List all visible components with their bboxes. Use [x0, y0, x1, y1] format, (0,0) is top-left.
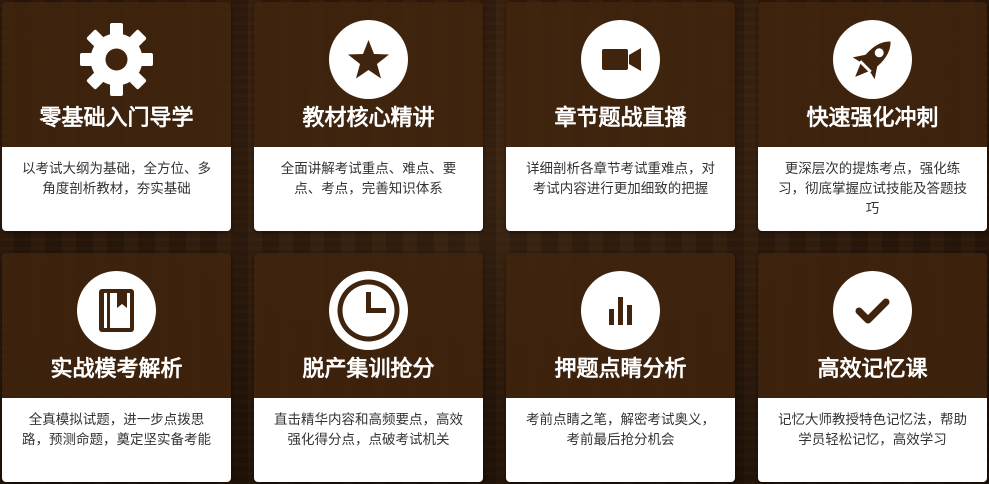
card-title: 脱产集训抢分: [302, 357, 435, 382]
card-header: 教材核心精讲: [254, 2, 483, 147]
icon-badge: [833, 271, 912, 350]
card-body: 全真模拟试题，进一步点拨思路，预测命题，奠定坚实备考能: [2, 398, 231, 482]
card-description: 全真模拟试题，进一步点拨思路，预测命题，奠定坚实备考能: [22, 412, 211, 448]
card-description: 考前点睛之笔，解密考试奥义，考前最后抢分机会: [526, 412, 715, 448]
card-header: 快速强化冲刺: [758, 2, 987, 147]
card-title: 高效记忆课: [817, 357, 928, 382]
feature-card-sprint[interactable]: 快速强化冲刺 更深层次的提炼考点，强化练习，彻底掌握应试技能及答题技巧: [758, 2, 987, 231]
icon-badge: [833, 20, 912, 99]
card-description: 全面讲解考试重点、难点、要点、考点，完善知识体系: [280, 161, 457, 197]
card-title: 教材核心精讲: [302, 106, 435, 131]
card-title: 快速强化冲刺: [806, 106, 939, 131]
checkmark-icon: [855, 298, 890, 324]
icon-badge: [77, 20, 156, 99]
rocket-icon: [852, 41, 891, 80]
clock-icon: [337, 279, 400, 342]
feature-grid: 零基础入门导学 以考试大纲为基础，全方位、多角度剖析教材，夯实基础 教材核心精讲…: [0, 0, 989, 484]
card-description: 记忆大师教授特色记忆法，帮助学员轻松记忆，高效学习: [778, 412, 967, 448]
card-body: 更深层次的提炼考点，强化练习，彻底掌握应试技能及答题技巧: [758, 147, 987, 231]
card-title: 章节题战直播: [554, 106, 687, 131]
card-body: 详细剖析各章节考试重难点，对考试内容进行更加细致的把握: [506, 147, 735, 231]
feature-card-mock-exam[interactable]: 实战模考解析 全真模拟试题，进一步点拨思路，预测命题，奠定坚实备考能: [2, 253, 231, 482]
card-description: 直击精华内容和高频要点，高效强化得分点，点破考试机关: [274, 412, 463, 448]
icon-badge: [581, 20, 660, 99]
feature-card-beginner[interactable]: 零基础入门导学 以考试大纲为基础，全方位、多角度剖析教材，夯实基础: [2, 2, 231, 231]
card-body: 全面讲解考试重点、难点、要点、考点，完善知识体系: [254, 147, 483, 231]
card-title: 押题点睛分析: [554, 357, 687, 382]
icon-badge: [77, 271, 156, 350]
card-description: 详细剖析各章节考试重难点，对考试内容进行更加细致的把握: [526, 161, 715, 197]
card-body: 记忆大师教授特色记忆法，帮助学员轻松记忆，高效学习: [758, 398, 987, 482]
card-title: 实战模考解析: [50, 357, 183, 382]
card-header: 章节题战直播: [506, 2, 735, 147]
bar-chart-icon: [609, 297, 632, 325]
icon-badge: [329, 271, 408, 350]
card-body: 直击精华内容和高频要点，高效强化得分点，点破考试机关: [254, 398, 483, 482]
card-description: 以考试大纲为基础，全方位、多角度剖析教材，夯实基础: [22, 161, 211, 197]
book-icon: [99, 289, 134, 332]
feature-card-intensive[interactable]: 脱产集训抢分 直击精华内容和高频要点，高效强化得分点，点破考试机关: [254, 253, 483, 482]
card-description: 更深层次的提炼考点，强化练习，彻底掌握应试技能及答题技巧: [778, 161, 967, 217]
icon-badge: [329, 20, 408, 99]
card-body: 考前点睛之笔，解密考试奥义，考前最后抢分机会: [506, 398, 735, 482]
card-header: 高效记忆课: [758, 253, 987, 398]
gear-icon: [80, 23, 153, 96]
feature-card-chapter-live[interactable]: 章节题战直播 详细剖析各章节考试重难点，对考试内容进行更加细致的把握: [506, 2, 735, 231]
card-header: 押题点睛分析: [506, 253, 735, 398]
card-header: 实战模考解析: [2, 253, 231, 398]
feature-card-memory[interactable]: 高效记忆课 记忆大师教授特色记忆法，帮助学员轻松记忆，高效学习: [758, 253, 987, 482]
card-header: 零基础入门导学: [2, 2, 231, 147]
feature-card-prediction[interactable]: 押题点睛分析 考前点睛之笔，解密考试奥义，考前最后抢分机会: [506, 253, 735, 482]
card-header: 脱产集训抢分: [254, 253, 483, 398]
icon-badge: [581, 271, 660, 350]
feature-card-core-textbook[interactable]: 教材核心精讲 全面讲解考试重点、难点、要点、考点，完善知识体系: [254, 2, 483, 231]
card-title: 零基础入门导学: [39, 106, 194, 131]
star-icon: [348, 40, 389, 79]
card-body: 以考试大纲为基础，全方位、多角度剖析教材，夯实基础: [2, 147, 231, 231]
video-camera-icon: [602, 48, 641, 71]
